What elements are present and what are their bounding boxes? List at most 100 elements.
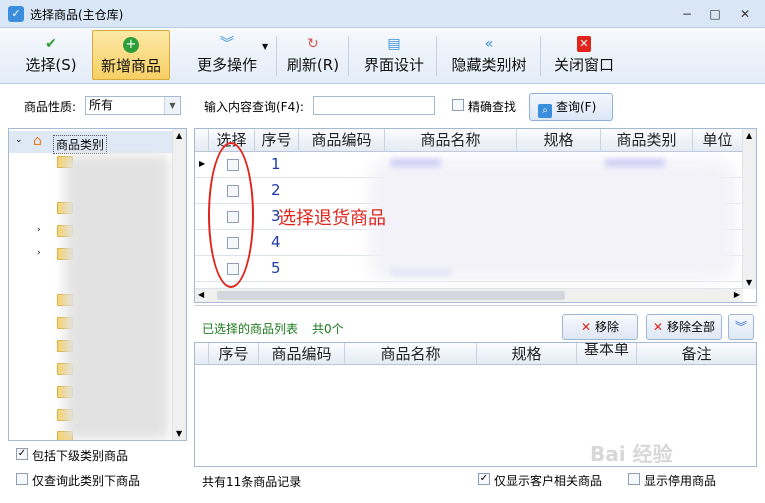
scroll-down-icon: ▼ — [746, 278, 753, 287]
ui-design-label: 界面设计 — [363, 56, 424, 74]
collapse-icon: ⌄ — [15, 135, 23, 145]
query-button[interactable]: ⌕ 查询(F) — [529, 93, 613, 121]
toolbar-separator — [540, 36, 541, 76]
selected-list-title: 已选择的商品列表 — [202, 322, 299, 336]
column-header-remark[interactable]: 备注 — [637, 343, 756, 365]
include-subcategories-checkbox[interactable]: ✓ — [16, 448, 28, 460]
selected-count: 共0个 — [312, 322, 344, 336]
scroll-left-icon: ◀ — [198, 290, 205, 299]
remove-all-label: 移除全部 — [666, 320, 715, 334]
row-number: 4 — [271, 233, 281, 251]
search-icon: ⌕ — [538, 104, 552, 118]
tree-root[interactable]: ⌄ ⌂ 商品类别 — [9, 131, 173, 154]
scroll-right-icon: ▶ — [733, 290, 740, 299]
query-button-label: 查询(F) — [556, 100, 597, 114]
ui-design-button[interactable]: ▤ 界面设计 — [356, 30, 432, 80]
column-header-name[interactable]: 商品名称 — [385, 129, 517, 152]
add-product-button[interactable]: + 新增商品 — [92, 30, 170, 80]
column-header-category[interactable]: 商品类别 — [601, 129, 693, 152]
scroll-down-icon: ▼ — [176, 429, 183, 438]
refresh-label: 刷新(R) — [286, 56, 340, 74]
customer-products-checkbox[interactable]: ✓ — [478, 473, 490, 485]
double-chevron-left-icon: « — [484, 36, 494, 52]
category-tree[interactable]: ⌄ ⌂ 商品类别 › › ▲ ▼ — [8, 128, 187, 441]
column-header-spec[interactable]: 规格 — [517, 129, 601, 152]
include-subcategories-label: 包括下级类别商品 — [32, 449, 129, 463]
selected-list-header: 已选择的商品列表 共0个 ✕ 移除 ✕ 移除全部 ︾ — [194, 312, 757, 342]
maximize-button[interactable]: □ — [702, 4, 728, 24]
more-actions-label: 更多操作 — [196, 56, 257, 74]
tree-scrollbar[interactable]: ▲ ▼ — [172, 129, 186, 440]
only-this-category-label: 仅查询此类别下商品 — [32, 474, 141, 488]
more-actions-button[interactable]: ︾ 更多操作 ▼ — [182, 30, 272, 80]
exact-search-checkbox[interactable] — [452, 99, 464, 111]
annotation-circle — [208, 142, 254, 288]
column-header-unit[interactable]: 单位 — [693, 129, 743, 152]
hide-category-tree-button[interactable]: « 隐藏类别树 — [444, 30, 534, 80]
exact-search-label: 精确查找 — [468, 100, 517, 114]
show-disabled-checkbox[interactable] — [628, 473, 640, 485]
remove-all-button[interactable]: ✕ 移除全部 — [646, 314, 722, 340]
grid-vertical-scrollbar[interactable]: ▲ ▼ — [742, 129, 756, 289]
scroll-up-icon: ▲ — [746, 131, 753, 140]
record-count: 共有11条商品记录 — [202, 475, 302, 489]
product-nature-select[interactable]: 所有 ▼ — [85, 96, 181, 115]
column-header-number[interactable]: 序号 — [209, 343, 259, 365]
layout-icon: ▤ — [387, 36, 401, 52]
toolbar-separator — [276, 36, 277, 76]
splitter[interactable] — [194, 305, 757, 309]
refresh-icon: ↻ — [307, 36, 319, 52]
grid-horizontal-scrollbar[interactable]: ◀ ▶ — [195, 288, 743, 302]
toolbar-separator — [348, 36, 349, 76]
column-header-base-unit[interactable]: 基本单 — [577, 343, 637, 365]
window-title: 选择商品(主仓库) — [30, 8, 124, 22]
expand-icon: › — [37, 248, 41, 258]
column-header-code[interactable]: 商品编码 — [259, 343, 345, 365]
scroll-up-icon: ▲ — [176, 131, 183, 140]
current-row-indicator: ▶ — [199, 159, 206, 168]
blurred-category-names — [65, 155, 169, 439]
remove-button[interactable]: ✕ 移除 — [562, 314, 638, 340]
watermark: Bai 经验 — [590, 442, 673, 466]
home-icon: ⌂ — [33, 133, 42, 149]
add-product-label: 新增商品 — [100, 57, 161, 75]
column-header-code[interactable]: 商品编码 — [299, 129, 385, 152]
close-x-icon: ✕ — [577, 36, 591, 52]
column-header-number[interactable]: 序号 — [255, 129, 299, 152]
tree-options: ✓ 包括下级类别商品 仅查询此类别下商品 — [8, 441, 187, 496]
plus-icon: + — [123, 37, 139, 53]
close-window-button[interactable]: ✕ — [732, 4, 758, 24]
remove-all-icon: ✕ — [653, 320, 664, 334]
double-chevron-down-icon: ︾ — [734, 320, 747, 334]
blurred-product-details — [370, 160, 735, 280]
column-header-name[interactable]: 商品名称 — [345, 343, 477, 365]
column-header-spec[interactable]: 规格 — [477, 343, 577, 365]
row-number: 5 — [271, 259, 281, 277]
query-input[interactable] — [313, 96, 435, 115]
select-label: 选择(S) — [25, 56, 77, 74]
chevron-down-icon: ▼ — [164, 97, 180, 114]
toolbar: ✔ 选择(S) + 新增商品 ︾ 更多操作 ▼ ↻ 刷新(R) ▤ 界面设计 «… — [0, 28, 765, 84]
annotation-text: 选择退货商品 — [278, 208, 386, 229]
toolbar-separator — [436, 36, 437, 76]
scroll-thumb[interactable] — [217, 291, 565, 300]
select-button[interactable]: ✔ 选择(S) — [16, 30, 86, 80]
grid-corner — [195, 129, 209, 152]
remove-label: 移除 — [594, 320, 619, 334]
minimize-button[interactable]: − — [674, 4, 700, 24]
remove-icon: ✕ — [581, 320, 592, 334]
row-number: 2 — [271, 181, 281, 199]
expand-panel-button[interactable]: ︾ — [728, 314, 754, 340]
hide-category-tree-label: 隐藏类别树 — [451, 56, 527, 74]
dropdown-arrow-icon: ▼ — [262, 42, 269, 51]
title-bar: ✓ 选择商品(主仓库) − □ ✕ — [0, 0, 765, 28]
show-disabled-label: 显示停用商品 — [644, 474, 717, 488]
close-window-label: 关闭窗口 — [553, 56, 614, 74]
refresh-button[interactable]: ↻ 刷新(R) — [282, 30, 344, 80]
double-chevron-down-icon: ︾ — [220, 36, 234, 52]
customer-products-label: 仅显示客户相关商品 — [494, 474, 603, 488]
close-window-toolbar-button[interactable]: ✕ 关闭窗口 — [548, 30, 620, 80]
product-nature-value: 所有 — [89, 98, 114, 112]
only-this-category-checkbox[interactable] — [16, 473, 28, 485]
row-number: 1 — [271, 155, 281, 173]
